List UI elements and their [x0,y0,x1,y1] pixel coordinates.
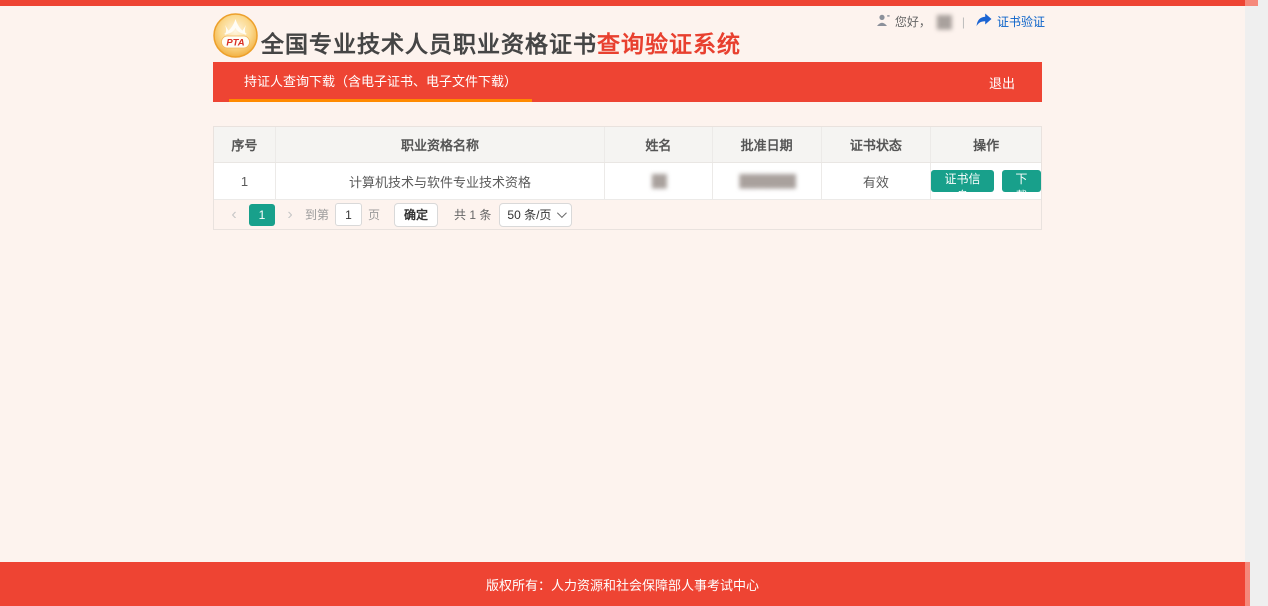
chevron-down-icon [557,208,567,218]
row-actions: 证书信息 下载 [931,163,1041,199]
user-icon [876,14,890,30]
logo-pta-text: PTA [226,38,244,49]
page-size-select[interactable]: 50 条/页 [499,203,572,227]
page-title-accent: 查询验证系统 [597,31,741,57]
row-approval-date-redacted: ███ ██ ███ [713,163,822,199]
confirm-page-button[interactable]: 确定 [394,203,438,227]
tab-holder-query-download[interactable]: 持证人查询下载（含电子证书、电子文件下载） [229,62,532,102]
goto-page-input[interactable] [335,203,362,226]
certificate-verify-label: 证书验证 [997,13,1045,30]
row-seq: 1 [214,163,276,199]
certificate-info-button[interactable]: 证书信息 [931,170,993,192]
row-name-redacted: ██ [605,163,713,199]
pta-logo: PTA [213,13,258,58]
logout-button[interactable]: 退出 [989,62,1042,102]
total-count-label: 共 1 条 [454,206,491,223]
forward-arrow-icon [976,13,992,30]
top-accent-bar [0,0,1245,6]
page-background: PTA 全国专业技术人员职业资格证书查询验证系统 您好， ██ | 证书验证 持… [0,0,1245,606]
header-qualification: 职业资格名称 [276,127,605,162]
separator: | [962,15,965,29]
certificate-verify-link[interactable]: 证书验证 [976,13,1045,30]
row-qualification: 计算机技术与软件专业技术资格 [276,163,605,199]
download-button[interactable]: 下载 [1002,170,1041,192]
user-bar: 您好， ██ | 证书验证 [876,13,1045,30]
page-title-main: 全国专业技术人员职业资格证书 [261,31,597,57]
greeting-text: 您好， [895,13,931,30]
header-status: 证书状态 [822,127,932,162]
pagination-bar: ‹ 1 › 到第 页 确定 共 1 条 50 条/页 [214,200,1041,229]
page-title: 全国专业技术人员职业资格证书查询验证系统 [261,25,741,59]
table-header-row: 序号 职业资格名称 姓名 批准日期 证书状态 操作 [214,127,1041,163]
header-actions: 操作 [931,127,1041,162]
goto-page-suffix-label: 页 [368,206,380,223]
header-seq: 序号 [214,127,276,162]
prev-page-icon[interactable]: ‹ [225,207,243,223]
header-approval-date: 批准日期 [713,127,822,162]
footer-bar-edge [1245,562,1250,606]
copyright-text: 版权所有：人力资源和社会保障部人事考试中心 [486,575,759,594]
row-status: 有效 [822,163,932,199]
header-name: 姓名 [605,127,713,162]
main-nav: 持证人查询下载（含电子证书、电子文件下载） 退出 [213,62,1042,102]
table-row: 1 计算机技术与软件专业技术资格 ██ ███ ██ ███ 有效 证书信息 下… [214,163,1041,200]
goto-page-prefix-label: 到第 [305,206,329,223]
footer-bar: 版权所有：人力资源和社会保障部人事考试中心 [0,562,1245,606]
page-size-value: 50 条/页 [507,206,551,223]
certificate-table: 序号 职业资格名称 姓名 批准日期 证书状态 操作 1 计算机技术与软件专业技术… [213,126,1042,230]
top-accent-bar-edge [1245,0,1258,6]
current-page-button[interactable]: 1 [249,204,275,226]
user-name-redacted: ██ [937,15,950,29]
next-page-icon[interactable]: › [281,207,299,223]
